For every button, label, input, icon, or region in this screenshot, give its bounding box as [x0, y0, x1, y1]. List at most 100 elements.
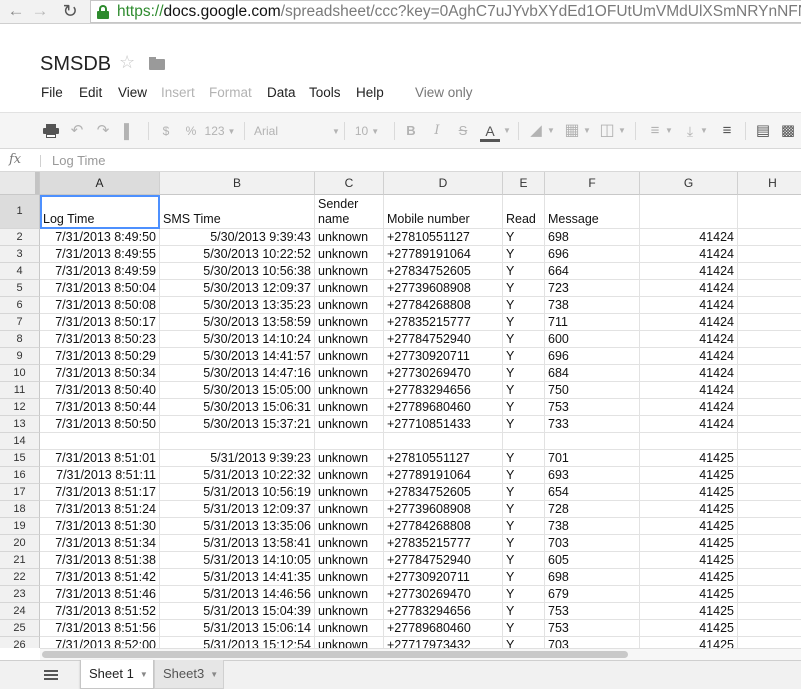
table-cell[interactable]: 41424: [640, 297, 738, 314]
merge-cells-icon[interactable]: ◫: [597, 113, 617, 149]
table-cell[interactable]: 5/31/2013 10:22:32: [160, 467, 315, 484]
table-cell[interactable]: Y: [503, 603, 545, 620]
table-cell[interactable]: Y: [503, 637, 545, 648]
table-cell[interactable]: +27789680460: [384, 620, 503, 637]
row-header[interactable]: 2: [0, 229, 40, 246]
table-cell[interactable]: [545, 433, 640, 450]
table-cell[interactable]: unknown: [315, 416, 384, 433]
header-cell[interactable]: Log Time: [40, 195, 160, 229]
menu-file[interactable]: File: [41, 85, 63, 100]
table-cell[interactable]: unknown: [315, 620, 384, 637]
table-cell[interactable]: 7/31/2013 8:51:56: [40, 620, 160, 637]
table-cell[interactable]: 7/31/2013 8:51:34: [40, 535, 160, 552]
table-cell[interactable]: 7/31/2013 8:49:50: [40, 229, 160, 246]
header-cell[interactable]: Message: [545, 195, 640, 229]
table-cell[interactable]: 41424: [640, 348, 738, 365]
table-cell[interactable]: unknown: [315, 637, 384, 648]
table-cell[interactable]: [738, 433, 801, 450]
italic-button[interactable]: I: [429, 113, 445, 149]
font-size-dropdown[interactable]: 10 ▼: [352, 113, 382, 149]
table-cell[interactable]: 693: [545, 467, 640, 484]
table-cell[interactable]: +27834752605: [384, 263, 503, 280]
table-cell[interactable]: +27784268808: [384, 518, 503, 535]
table-cell[interactable]: 7/31/2013 8:50:29: [40, 348, 160, 365]
chevron-down-icon[interactable]: ▼: [699, 113, 709, 149]
table-cell[interactable]: 41424: [640, 314, 738, 331]
row-header[interactable]: 21: [0, 552, 40, 569]
table-cell[interactable]: Y: [503, 331, 545, 348]
table-cell[interactable]: [738, 450, 801, 467]
header-cell[interactable]: Sender name: [315, 195, 384, 229]
forward-arrow-icon[interactable]: →: [28, 0, 52, 22]
table-cell[interactable]: 7/31/2013 8:50:04: [40, 280, 160, 297]
table-cell[interactable]: 5/30/2013 14:41:57: [160, 348, 315, 365]
row-header[interactable]: 7: [0, 314, 40, 331]
chevron-down-icon[interactable]: ▼: [664, 113, 674, 149]
folder-icon[interactable]: [149, 57, 165, 70]
table-cell[interactable]: 684: [545, 365, 640, 382]
table-cell[interactable]: [315, 433, 384, 450]
table-cell[interactable]: [738, 314, 801, 331]
table-cell[interactable]: 41424: [640, 246, 738, 263]
table-cell[interactable]: +27739608908: [384, 280, 503, 297]
table-cell[interactable]: Y: [503, 416, 545, 433]
font-family-dropdown[interactable]: Arial ▼: [254, 113, 340, 149]
table-cell[interactable]: Y: [503, 518, 545, 535]
table-cell[interactable]: Y: [503, 569, 545, 586]
table-cell[interactable]: 750: [545, 382, 640, 399]
table-cell[interactable]: 7/31/2013 8:50:23: [40, 331, 160, 348]
row-header[interactable]: 9: [0, 348, 40, 365]
row-header[interactable]: 20: [0, 535, 40, 552]
comment-icon[interactable]: ▤: [753, 113, 773, 149]
table-cell[interactable]: unknown: [315, 229, 384, 246]
table-cell[interactable]: unknown: [315, 280, 384, 297]
fill-color-icon[interactable]: ◢: [526, 113, 546, 149]
text-color-button[interactable]: A: [480, 113, 500, 149]
table-cell[interactable]: 41425: [640, 450, 738, 467]
table-cell[interactable]: +27784752940: [384, 331, 503, 348]
table-cell[interactable]: [738, 620, 801, 637]
table-cell[interactable]: 5/31/2013 13:35:06: [160, 518, 315, 535]
table-cell[interactable]: +27730269470: [384, 586, 503, 603]
header-cell[interactable]: Read: [503, 195, 545, 229]
table-cell[interactable]: 723: [545, 280, 640, 297]
table-cell[interactable]: 7/31/2013 8:51:42: [40, 569, 160, 586]
table-cell[interactable]: 41424: [640, 331, 738, 348]
menu-tools[interactable]: Tools: [309, 85, 341, 100]
table-cell[interactable]: Y: [503, 297, 545, 314]
table-cell[interactable]: 41425: [640, 586, 738, 603]
table-cell[interactable]: 7/31/2013 8:50:34: [40, 365, 160, 382]
table-cell[interactable]: 41425: [640, 637, 738, 648]
table-cell[interactable]: 5/31/2013 12:09:37: [160, 501, 315, 518]
table-cell[interactable]: unknown: [315, 348, 384, 365]
table-cell[interactable]: 41425: [640, 518, 738, 535]
table-cell[interactable]: 5/30/2013 15:37:21: [160, 416, 315, 433]
table-cell[interactable]: +27810551127: [384, 450, 503, 467]
bold-button[interactable]: B: [403, 113, 419, 149]
table-cell[interactable]: unknown: [315, 586, 384, 603]
table-cell[interactable]: unknown: [315, 603, 384, 620]
table-cell[interactable]: 7/31/2013 8:49:59: [40, 263, 160, 280]
table-cell[interactable]: [640, 433, 738, 450]
vertical-align-icon[interactable]: ⤓: [680, 113, 700, 149]
chevron-down-icon[interactable]: ▼: [502, 113, 512, 149]
table-cell[interactable]: unknown: [315, 314, 384, 331]
table-cell[interactable]: 5/30/2013 14:10:24: [160, 331, 315, 348]
chevron-down-icon[interactable]: ▼: [582, 113, 592, 149]
table-cell[interactable]: +27789680460: [384, 399, 503, 416]
chevron-down-icon[interactable]: ▼: [617, 113, 627, 149]
table-cell[interactable]: 5/30/2013 15:06:31: [160, 399, 315, 416]
column-header-h[interactable]: H: [738, 172, 801, 195]
borders-icon[interactable]: ▦: [562, 113, 582, 149]
menu-edit[interactable]: Edit: [79, 85, 102, 100]
table-cell[interactable]: [738, 501, 801, 518]
align-left-icon[interactable]: ≡: [645, 113, 665, 149]
column-header-f[interactable]: F: [545, 172, 640, 195]
table-cell[interactable]: 7/31/2013 8:51:38: [40, 552, 160, 569]
table-cell[interactable]: 41425: [640, 620, 738, 637]
table-cell[interactable]: Y: [503, 246, 545, 263]
number-format-dropdown[interactable]: 123 ▼: [204, 113, 236, 149]
table-cell[interactable]: 5/30/2013 10:22:52: [160, 246, 315, 263]
table-cell[interactable]: unknown: [315, 569, 384, 586]
table-cell[interactable]: 7/31/2013 8:52:00: [40, 637, 160, 648]
